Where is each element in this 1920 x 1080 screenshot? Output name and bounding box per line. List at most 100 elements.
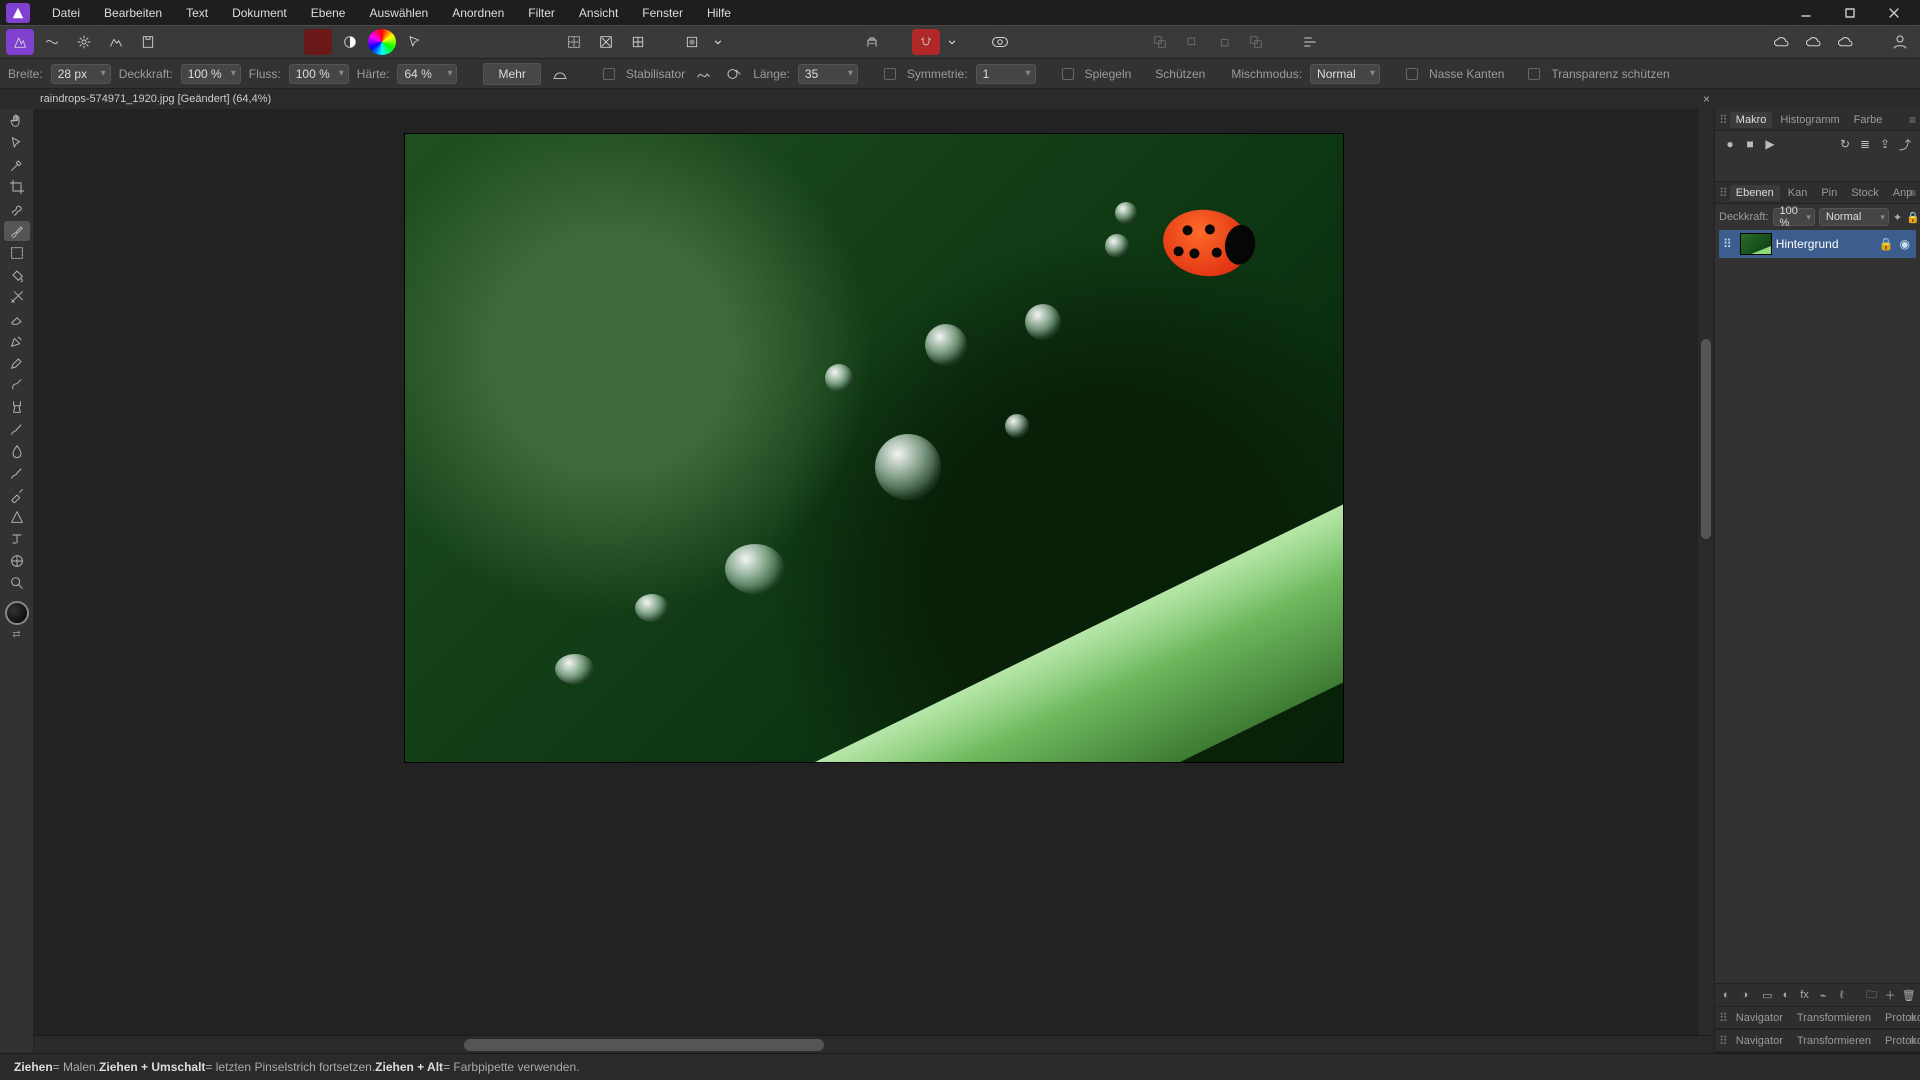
menu-hilfe[interactable]: Hilfe [695,2,743,24]
layers-mask-icon[interactable]: ◐ [1719,987,1734,1003]
macro-play-icon[interactable]: ▶ [1763,137,1777,151]
layers-delete-icon[interactable]: 🗑 [1901,987,1916,1003]
mirror-checkbox[interactable] [1062,68,1074,80]
cloud-a-button[interactable] [1768,29,1796,55]
sponge-tool[interactable] [4,419,30,439]
panel-tab-farbe[interactable]: Farbe [1848,112,1889,128]
grid-clear-button[interactable] [592,29,620,55]
wet-edges-checkbox[interactable] [1406,68,1418,80]
layer-visible-icon[interactable]: ◉ [1900,237,1910,251]
bottom-panel-menu-icon-2[interactable]: ≡ [1909,1034,1916,1048]
macro-stop-icon[interactable]: ■ [1743,137,1757,151]
quickmask-button[interactable] [678,29,706,55]
panel-tab-pin[interactable]: Pin [1815,185,1843,201]
macro-save-icon[interactable]: ⇪ [1878,137,1892,151]
color-picker-tool[interactable] [4,155,30,175]
shape-tool[interactable] [4,507,30,527]
horizontal-scrollbar[interactable] [34,1035,1714,1053]
rope-mode-icon[interactable] [693,63,715,85]
panel-menu-icon[interactable]: ≡ [1909,113,1916,127]
macro-export-icon[interactable]: ⤴ [1898,137,1912,151]
flow-select[interactable]: 100 % [289,64,349,84]
window-minimize-button[interactable] [1784,0,1828,25]
menu-ebene[interactable]: Ebene [299,2,358,24]
symmetry-select[interactable]: 1 [976,64,1036,84]
protect-transparency-checkbox[interactable] [1528,68,1540,80]
layer-locked-icon[interactable]: 🔒 [1879,237,1894,251]
paint-brush-tool[interactable] [4,221,30,241]
panel-tab-transformieren[interactable]: Transformieren [1791,1010,1877,1026]
selection-brush-tool[interactable] [4,199,30,219]
layer-fx-icon[interactable]: ✦ [1893,209,1902,225]
snap-drop-button[interactable] [944,29,960,55]
macro-list-icon[interactable]: ≣ [1858,137,1872,151]
preview-mode-button[interactable] [986,29,1014,55]
hand-tool[interactable] [4,111,30,131]
gradient-tool[interactable] [4,287,30,307]
layers-add-live-icon[interactable]: ⌁ [1816,987,1831,1003]
snap-toggle-button[interactable] [912,29,940,55]
overlay-red-tool[interactable] [4,463,30,483]
persona-photo-button[interactable] [6,29,34,55]
auto-select-button[interactable] [400,29,428,55]
window-maximize-button[interactable] [1828,0,1872,25]
panel-tab-ebenen[interactable]: Ebenen [1730,185,1780,201]
panel-tab-histogramm[interactable]: Histogramm [1774,112,1845,128]
blend-select[interactable]: Normal [1310,64,1380,84]
color-swap-icon[interactable]: ⇄ [12,629,20,640]
vertical-scrollbar[interactable] [1698,109,1714,1035]
menu-text[interactable]: Text [174,2,220,24]
persona-develop-button[interactable] [70,29,98,55]
smudge-tool[interactable] [4,375,30,395]
document-canvas[interactable] [404,133,1344,763]
layer-lock-icon[interactable]: 🔒 [1906,209,1920,225]
menu-anordnen[interactable]: Anordnen [440,2,516,24]
menu-ansicht[interactable]: Ansicht [567,2,630,24]
persona-tonemap-button[interactable] [102,29,130,55]
bottom-panel-menu-icon[interactable]: ≡ [1909,1011,1916,1025]
hardness-select[interactable]: 64 % [397,64,457,84]
menu-datei[interactable]: Datei [40,2,92,24]
layers-panel-menu-icon[interactable]: ≡ [1909,186,1916,200]
crop-tool[interactable] [4,177,30,197]
layers-new-icon[interactable]: ＋ [1883,987,1898,1003]
grid-show-button[interactable] [560,29,588,55]
menu-filter[interactable]: Filter [516,2,567,24]
menu-bearbeiten[interactable]: Bearbeiten [92,2,174,24]
quickmask-drop-button[interactable] [710,29,726,55]
assistant-button[interactable] [858,29,886,55]
cloud-b-button[interactable] [1800,29,1828,55]
panel-tab-transformieren-2[interactable]: Transformieren [1791,1033,1877,1049]
color-well[interactable] [5,601,29,625]
swatch-color-button[interactable] [368,29,396,55]
length-select[interactable]: 35 [798,64,858,84]
persona-liquify-button[interactable] [38,29,66,55]
layer-row-hintergrund[interactable]: ⠿ Hintergrund 🔒 ◉ [1719,230,1916,258]
zoom-tool[interactable] [4,573,30,593]
align-button[interactable] [1296,29,1324,55]
layers-group-icon[interactable]: 🗀 [1864,987,1879,1003]
layers-add-adjust-icon[interactable]: ◐ [1779,987,1794,1003]
macro-loop-icon[interactable]: ↻ [1838,137,1852,151]
layers-link-icon[interactable]: ℓ [1834,987,1849,1003]
document-tab-close-icon[interactable]: × [1703,92,1710,106]
erase-tool[interactable] [4,309,30,329]
swatch-bw-button[interactable] [336,29,364,55]
panel-tab-stock[interactable]: Stock [1845,185,1885,201]
window-mode-icon[interactable] [723,63,745,85]
force-pressure-icon[interactable] [549,63,571,85]
menu-fenster[interactable]: Fenster [630,2,695,24]
clone-tool[interactable] [4,331,30,351]
panel-tab-makro[interactable]: Makro [1730,112,1773,128]
document-tab[interactable]: raindrops-574971_1920.jpg [Geändert] (64… [40,93,271,105]
retouch-tool[interactable] [4,397,30,417]
mixer-tool[interactable] [4,485,30,505]
menu-auswaehlen[interactable]: Auswählen [357,2,440,24]
healing-tool[interactable] [4,353,30,373]
flood-fill-tool[interactable] [4,265,30,285]
macro-record-icon[interactable]: ● [1723,137,1737,151]
layers-add-mask-icon[interactable]: ▭ [1760,987,1775,1003]
layer-opacity-select[interactable]: 100 % [1773,208,1815,226]
panel-tab-navigator-2[interactable]: Navigator [1730,1033,1789,1049]
stabilizer-checkbox[interactable] [603,68,615,80]
